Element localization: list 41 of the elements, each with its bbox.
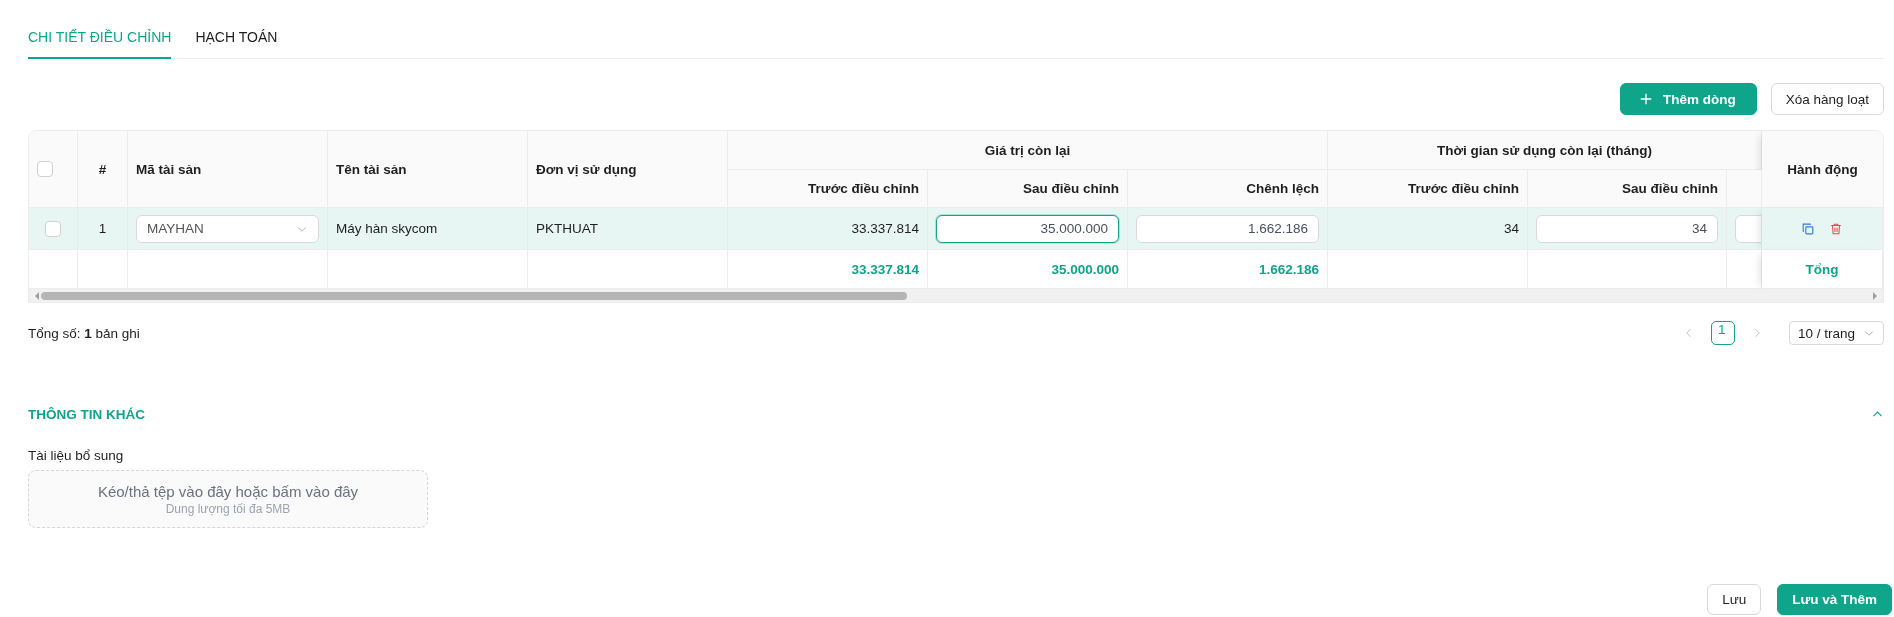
column-header: Trước điều chỉnh bbox=[1328, 170, 1528, 208]
column-header: Sau điều chỉnh bbox=[1528, 170, 1727, 208]
number-input[interactable]: 34 bbox=[1536, 214, 1718, 243]
total-value: 35.000.000 bbox=[1051, 261, 1119, 277]
bulk-delete-button[interactable]: Xóa hàng loạt bbox=[1770, 83, 1884, 115]
dropzone-text: Kéo/thả tệp vào đây hoặc bấm vào đây bbox=[97, 482, 359, 500]
column-header: # bbox=[78, 131, 128, 208]
page-size-select[interactable]: 10 / trang bbox=[1788, 321, 1884, 345]
column-header: Mã tài sản bbox=[128, 131, 328, 208]
column-header: Chênh lệch bbox=[1128, 170, 1328, 208]
table-cell: 34 bbox=[1503, 221, 1519, 236]
column-header: Hành động bbox=[1762, 131, 1883, 208]
checkbox[interactable] bbox=[45, 220, 61, 237]
total-value: 1.662.186 bbox=[1258, 261, 1319, 277]
record-count: Tổng số: 1 bản ghi bbox=[28, 325, 140, 341]
total-label: Tổng bbox=[1805, 261, 1839, 277]
asset-code-select[interactable]: MAYHAN bbox=[136, 214, 319, 243]
number-input[interactable]: 1.662.186 bbox=[1136, 214, 1319, 243]
file-dropzone[interactable]: Kéo/thả tệp vào đây hoặc bấm vào đây Dung lượng tối đa 5MB bbox=[28, 470, 428, 528]
dropzone-hint: Dung lượng tối đa 5MB bbox=[165, 501, 291, 516]
table-cell: 33.337.814 bbox=[851, 221, 919, 236]
column-group-header: Giá trị còn lại bbox=[728, 131, 1328, 170]
column-header: Trước điều chỉnh bbox=[728, 170, 928, 208]
plus-icon bbox=[1638, 92, 1653, 106]
tab[interactable]: HẠCH TOÁN bbox=[195, 25, 278, 59]
section-title: THÔNG TIN KHÁC bbox=[28, 407, 145, 422]
checkbox[interactable] bbox=[37, 161, 53, 177]
column-header: Tên tài sản bbox=[328, 131, 528, 208]
column-group-header: Thời gian sử dụng còn lại (tháng) bbox=[1328, 131, 1762, 170]
table-cell: PKTHUAT bbox=[536, 221, 598, 236]
table-cell: 1 bbox=[98, 221, 107, 236]
save-button[interactable]: Lưu bbox=[1707, 584, 1762, 615]
copy-icon[interactable] bbox=[1801, 221, 1815, 236]
field-label: Tài liệu bổ sung bbox=[28, 448, 125, 463]
trash-icon[interactable] bbox=[1829, 221, 1843, 236]
number-input[interactable]: 35.000.000 bbox=[936, 214, 1119, 243]
column-header: Đơn vị sử dụng bbox=[528, 131, 728, 208]
total-value: 33.337.814 bbox=[851, 261, 919, 277]
table-cell: Máy hàn skycom bbox=[336, 221, 438, 236]
column-header: Sau điều chỉnh bbox=[928, 170, 1128, 208]
horizontal-scrollbar[interactable] bbox=[29, 289, 1883, 302]
